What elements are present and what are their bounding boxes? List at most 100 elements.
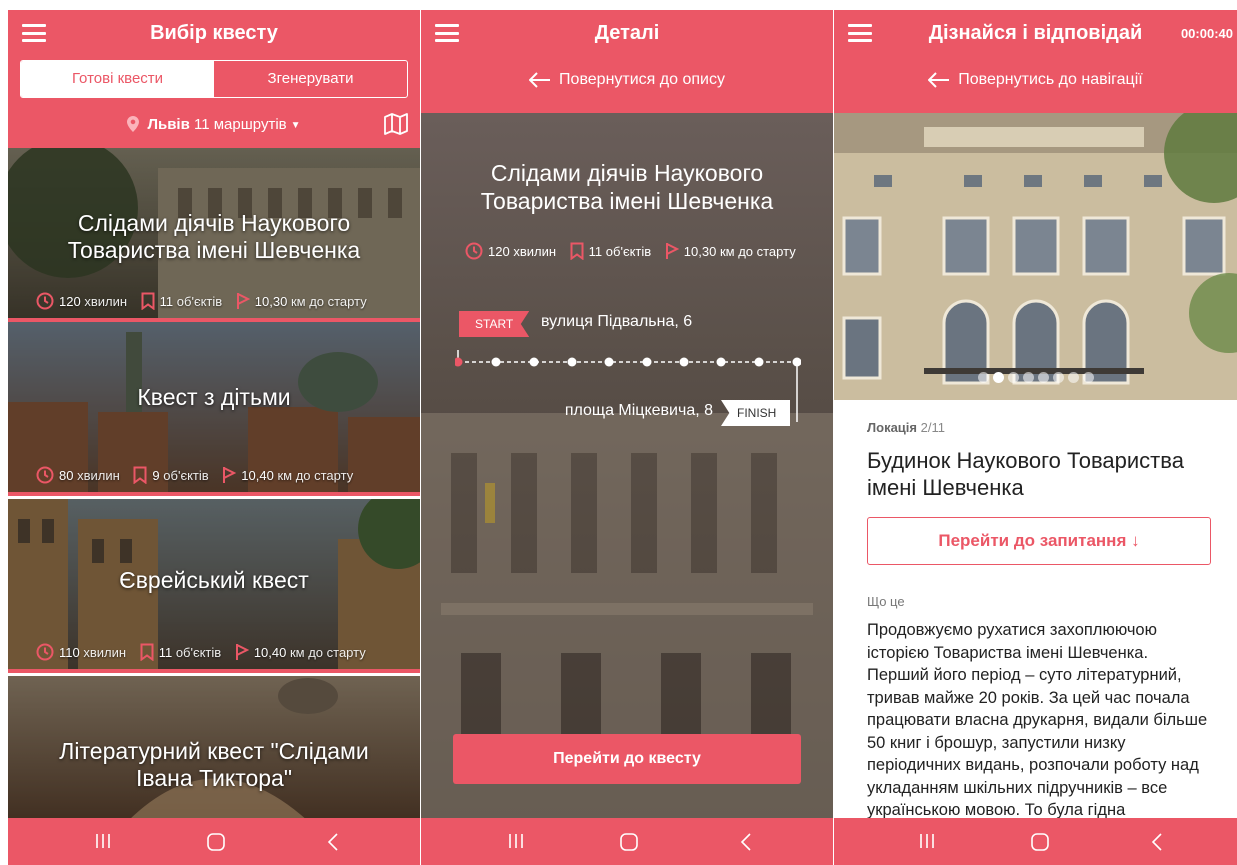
carousel-dot[interactable]	[1067, 372, 1079, 383]
objects-label: об'єктів	[175, 645, 222, 660]
minutes-value: 120	[488, 244, 510, 259]
quest-title: Літературний квест "Слідами Івана Тиктор…	[59, 738, 369, 791]
page-title: Деталі	[594, 22, 660, 44]
page-title: Дізнайся і відповідай	[928, 22, 1143, 44]
tab-generate[interactable]: Згенерувати	[214, 61, 407, 97]
recent-apps-icon[interactable]	[918, 832, 936, 850]
back-icon[interactable]	[1150, 832, 1164, 852]
quest-selection-screen: Вибір квесту Готові квести Згенерувати Л…	[8, 10, 420, 865]
start-tag: START	[459, 311, 530, 337]
clock-icon	[465, 242, 483, 260]
quest-details-screen: Деталі Повернутися до опису Слідами діяч…	[421, 10, 833, 865]
city-name: Львів	[147, 116, 190, 133]
back-icon[interactable]	[326, 832, 340, 852]
objects-label: об'єктів	[176, 294, 223, 309]
timer: 00:00:40	[1180, 26, 1233, 41]
bookmark-icon	[140, 643, 154, 662]
back-icon[interactable]	[739, 832, 753, 852]
recent-apps-icon[interactable]	[507, 832, 525, 850]
distance-value: 10,40	[241, 468, 274, 483]
quest-title: Слідами діячів Наукового Товариства імен…	[67, 210, 361, 263]
top-bar: Деталі	[421, 10, 833, 57]
objects-value: 11	[588, 244, 603, 259]
arrow-left-icon	[528, 72, 551, 88]
quest-card[interactable]: Квест з дітьми 80 хвилин 9 об'єктів 10,4…	[8, 322, 420, 496]
chevron-down-icon: ▼	[290, 120, 301, 131]
objects-value: 11	[159, 294, 174, 309]
home-icon[interactable]	[206, 832, 226, 852]
back-link[interactable]: Повернутись до навігації	[834, 71, 1237, 89]
location-counter: Локація 2/11	[867, 420, 945, 435]
distance-label: км до старту	[289, 645, 366, 660]
map-icon[interactable]	[384, 113, 408, 135]
minutes-label: хвилин	[83, 645, 127, 660]
top-bar: Дізнайся і відповідай 00:00:40	[834, 10, 1237, 57]
carousel-dot[interactable]	[1022, 372, 1034, 383]
clock-icon	[36, 292, 54, 310]
quest-meta: 80 хвилин 9 об'єктів 10,40 км до старту	[36, 466, 420, 485]
image-carousel[interactable]	[834, 113, 1237, 400]
location-index: 2/11	[920, 420, 945, 435]
carousel-dot[interactable]	[1037, 372, 1049, 383]
distance-label: км до старту	[719, 244, 796, 259]
description-text: Продовжуємо рухатися захоплюючою історіє…	[867, 621, 1208, 819]
quest-meta: 110 хвилин 11 об'єктів 10,40 км до старт…	[36, 643, 420, 662]
clock-icon	[36, 643, 54, 661]
carousel-dots[interactable]	[834, 370, 1237, 388]
start-address: вулиця Підвальна, 6	[541, 313, 693, 330]
quest-meta: 120 хвилин 11 об'єктів 10,30 км до старт…	[465, 242, 833, 261]
home-icon[interactable]	[1030, 832, 1050, 852]
object-title: Будинок Наукового Товариства імені Шевче…	[867, 448, 1184, 500]
system-nav-bar	[421, 818, 833, 865]
carousel-dot[interactable]	[1082, 372, 1094, 383]
quest-title: Єврейський квест	[119, 567, 309, 593]
clock-icon	[36, 466, 54, 484]
quest-card[interactable]: Слідами діячів Наукового Товариства імен…	[8, 148, 420, 322]
carousel-dot[interactable]	[1052, 372, 1064, 383]
city-selector[interactable]: Львів 11 маршрутів ▼	[8, 116, 420, 133]
distance-label: км до старту	[290, 294, 367, 309]
quest-title: Квест з дітьми	[137, 384, 291, 410]
learn-and-answer-screen: Дізнайся і відповідай 00:00:40 Повернути…	[834, 10, 1237, 865]
go-to-question-button[interactable]: Перейти до запитання ↓	[867, 517, 1211, 565]
finish-tag: FINISH	[721, 400, 791, 426]
distance-value: 10,40	[253, 645, 287, 660]
bookmark-icon	[570, 242, 584, 261]
back-label: Повернутися до опису	[559, 71, 725, 88]
location-pin-icon	[127, 116, 140, 132]
carousel-dot[interactable]	[977, 372, 989, 383]
finish-address: площа Міцкевича, 8	[564, 402, 713, 419]
system-nav-bar	[8, 818, 420, 865]
home-icon[interactable]	[619, 832, 639, 852]
minutes-value: 110	[59, 645, 80, 660]
tab-ready-quests[interactable]: Готові квести	[21, 61, 214, 97]
page-title: Вибір квесту	[150, 22, 278, 44]
flag-icon	[236, 293, 251, 309]
recent-apps-icon[interactable]	[94, 832, 112, 850]
quest-card[interactable]: Єврейський квест 110 хвилин 11 об'єктів …	[8, 499, 420, 673]
segmented-control: Готові квести Згенерувати	[20, 60, 408, 98]
objects-value: 11	[158, 645, 173, 660]
flag-icon	[665, 243, 680, 259]
flag-icon	[235, 644, 250, 660]
back-link[interactable]: Повернутися до опису	[421, 71, 833, 89]
objects-label: об'єктів	[163, 468, 209, 483]
minutes-label: хвилин	[513, 244, 557, 259]
system-nav-bar	[834, 818, 1237, 865]
city-selector-row: Львів 11 маршрутів ▼	[8, 104, 420, 148]
back-bar: Повернутися до опису	[421, 57, 833, 113]
minutes-label: хвилин	[84, 294, 128, 309]
distance-value: 10,30	[254, 294, 288, 309]
bookmark-icon	[141, 292, 155, 311]
top-bar: Вибір квесту	[8, 10, 420, 57]
location-label: Локація	[867, 420, 917, 435]
routes-count: 11 маршрутів	[194, 116, 287, 133]
carousel-dot[interactable]	[992, 372, 1004, 383]
quest-card[interactable]: Літературний квест "Слідами Івана Тиктор…	[8, 676, 420, 821]
bookmark-icon	[133, 466, 147, 485]
go-to-quest-button[interactable]: Перейти до квесту	[453, 734, 801, 784]
minutes-value: 80	[59, 468, 74, 483]
carousel-dot[interactable]	[1007, 372, 1019, 383]
minutes-label: хвилин	[77, 468, 120, 483]
distance-value: 10,30	[683, 244, 717, 259]
